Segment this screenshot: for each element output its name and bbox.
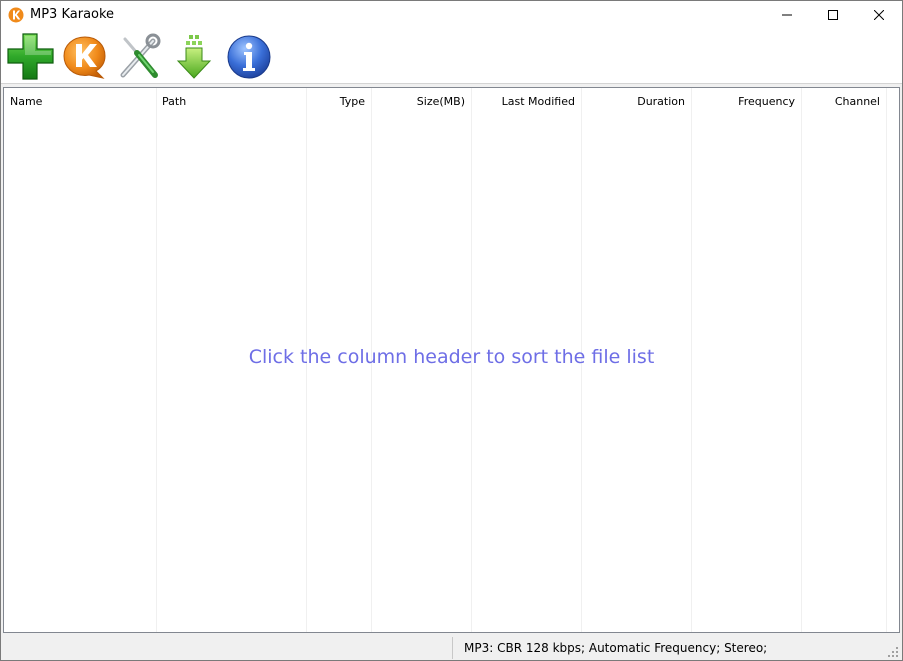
title-bar[interactable]: MP3 Karaoke [1, 1, 902, 28]
file-list[interactable]: Name Path Type Size(MB) Last Modified Du… [3, 87, 900, 633]
list-header: Name Path Type Size(MB) Last Modified Du… [4, 88, 899, 114]
app-window: MP3 Karaoke Name Path Type Size(MB) Last… [0, 0, 903, 661]
column-header-duration[interactable]: Duration [581, 88, 691, 114]
toolbar [1, 28, 902, 84]
column-header-size[interactable]: Size(MB) [371, 88, 471, 114]
column-header-frequency[interactable]: Frequency [691, 88, 801, 114]
maximize-button[interactable] [810, 1, 856, 28]
close-icon [874, 9, 884, 20]
status-text: MP3: CBR 128 kbps; Automatic Frequency; … [464, 641, 768, 655]
info-icon [227, 35, 271, 79]
status-divider [452, 637, 453, 659]
tools-icon [120, 33, 161, 78]
resize-grip-icon[interactable] [888, 647, 898, 657]
maximize-icon [828, 9, 838, 20]
column-header-type[interactable]: Type [306, 88, 371, 114]
empty-list-hint: Click the column header to sort the file… [248, 346, 655, 368]
green-plus-icon [7, 33, 54, 80]
karaoke-k-icon [63, 36, 106, 79]
column-header-last-modified[interactable]: Last Modified [471, 88, 581, 114]
download-arrow-icon [176, 35, 212, 79]
download-button[interactable] [168, 31, 220, 83]
app-logo-icon [8, 7, 24, 23]
about-button[interactable] [223, 31, 275, 83]
minimize-icon [782, 14, 792, 15]
close-button[interactable] [856, 1, 902, 28]
column-header-name[interactable]: Name [4, 88, 156, 114]
add-files-button[interactable] [5, 31, 57, 83]
window-title: MP3 Karaoke [30, 7, 115, 22]
karaoke-button[interactable] [59, 31, 111, 83]
status-bar: MP3: CBR 128 kbps; Automatic Frequency; … [1, 634, 902, 660]
settings-button[interactable] [113, 31, 165, 83]
column-header-path[interactable]: Path [156, 88, 306, 114]
minimize-button[interactable] [764, 1, 810, 28]
column-header-channel[interactable]: Channel [801, 88, 886, 114]
